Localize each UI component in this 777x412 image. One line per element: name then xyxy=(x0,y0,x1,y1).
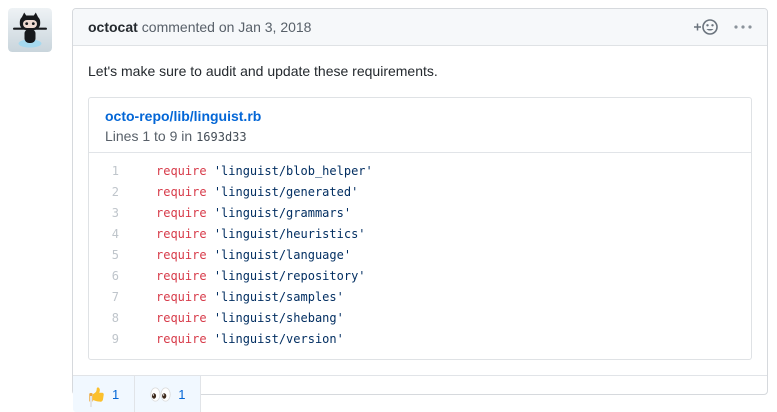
code-line: 6require 'linguist/repository' xyxy=(89,266,751,287)
code-line: 1require 'linguist/blob_helper' xyxy=(89,161,751,182)
eyes-emoji xyxy=(150,387,171,402)
line-number: 4 xyxy=(89,224,119,245)
code-line: 2require 'linguist/generated' xyxy=(89,182,751,203)
code-snippet-card: octo-repo/lib/linguist.rb Lines 1 to 9 i… xyxy=(88,97,752,360)
code-line: 4require 'linguist/heuristics' xyxy=(89,224,751,245)
reactions-bar: 1 1 xyxy=(73,375,767,412)
reaction-count: 1 xyxy=(178,387,185,402)
line-number: 5 xyxy=(89,245,119,266)
code-line: 7require 'linguist/samples' xyxy=(89,287,751,308)
comment-header: octocat commented on Jan 3, 2018 xyxy=(73,9,767,46)
code-line: 5require 'linguist/language' xyxy=(89,245,751,266)
comment-card: octocat commented on Jan 3, 2018 xyxy=(72,8,768,395)
line-number: 2 xyxy=(89,182,119,203)
line-number: 9 xyxy=(89,329,119,350)
comment-author[interactable]: octocat xyxy=(88,19,138,35)
avatar[interactable] xyxy=(8,8,52,52)
line-number: 7 xyxy=(89,287,119,308)
code-line: 3require 'linguist/grammars' xyxy=(89,203,751,224)
code-line: 9require 'linguist/version' xyxy=(89,329,751,350)
kebab-menu-button[interactable] xyxy=(734,25,752,29)
code-line: 8require 'linguist/shebang' xyxy=(89,308,751,329)
snippet-file-link[interactable]: octo-repo/lib/linguist.rb xyxy=(105,108,261,124)
line-number: 3 xyxy=(89,203,119,224)
add-reaction-smiley-icon xyxy=(692,19,718,35)
kebab-dots-icon xyxy=(734,25,752,29)
timeline-thread-line xyxy=(90,396,92,407)
snippet-lines-meta: Lines 1 to 9 in 1693d33 xyxy=(105,128,735,144)
line-number: 6 xyxy=(89,266,119,287)
comment-meta: commented on Jan 3, 2018 xyxy=(142,19,312,35)
octocat-avatar-image xyxy=(8,8,52,52)
commit-sha[interactable]: 1693d33 xyxy=(196,130,247,144)
snippet-lines-label: Lines 1 to 9 in xyxy=(105,128,192,144)
line-number: 8 xyxy=(89,308,119,329)
snippet-header: octo-repo/lib/linguist.rb Lines 1 to 9 i… xyxy=(89,98,751,153)
line-number: 1 xyxy=(89,161,119,182)
reaction-count: 1 xyxy=(112,387,119,402)
comment-body: Let's make sure to audit and update thes… xyxy=(73,46,767,375)
comment-text: Let's make sure to audit and update thes… xyxy=(88,61,752,82)
snippet-code-block: 1require 'linguist/blob_helper' 2require… xyxy=(89,153,751,359)
add-reaction-button[interactable] xyxy=(692,19,718,35)
